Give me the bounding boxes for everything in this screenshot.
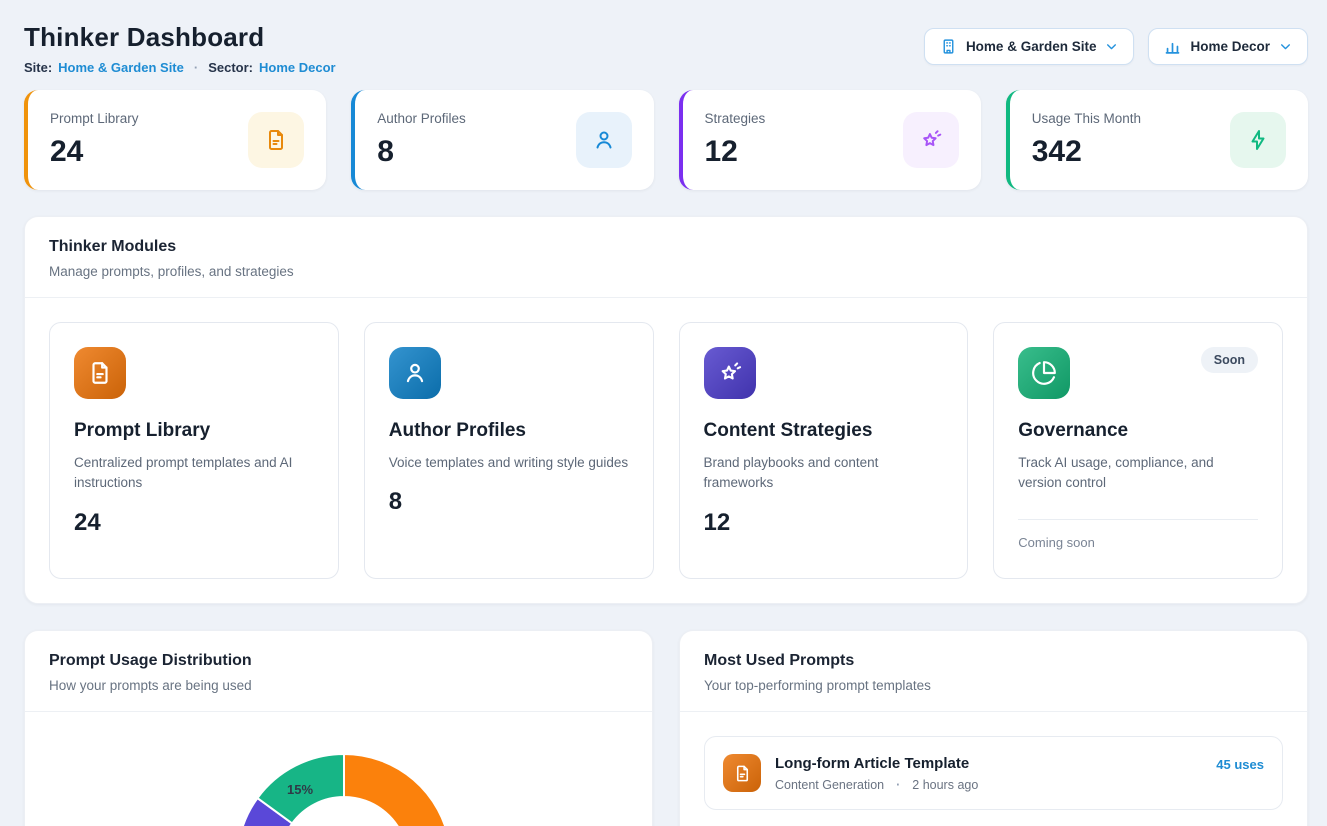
user-icon	[592, 128, 616, 152]
prompt-list: Long-form Article Template Content Gener…	[680, 712, 1307, 826]
modules-subtitle: Manage prompts, profiles, and strategies	[49, 264, 1283, 279]
stat-card-strategies[interactable]: Strategies 12	[679, 90, 981, 190]
module-count: 8	[389, 488, 629, 516]
prompts-card-subtitle: Your top-performing prompt templates	[704, 678, 1283, 693]
module-description: Centralized prompt templates and AI inst…	[74, 453, 314, 494]
prompt-item-uses-badge: 45 uses	[1216, 757, 1264, 772]
stats-row: Prompt Library 24 Author Profiles 8	[24, 90, 1308, 190]
prompt-item-body: Long-form Article Template Content Gener…	[775, 755, 1202, 792]
stat-value: 24	[50, 135, 139, 169]
module-title: Prompt Library	[74, 420, 314, 442]
usage-card-subtitle: How your prompts are being used	[49, 678, 628, 693]
dot-separator: ·	[896, 778, 900, 792]
site-link[interactable]: Home & Garden Site	[58, 60, 184, 75]
modules-header: Thinker Modules Manage prompts, profiles…	[25, 217, 1307, 298]
stat-value: 12	[705, 135, 766, 169]
page-header: Thinker Dashboard Site: Home & Garden Si…	[24, 22, 1308, 75]
document-icon	[264, 128, 288, 152]
module-card-author-profiles[interactable]: Author Profiles Voice templates and writ…	[364, 322, 654, 579]
module-title: Governance	[1018, 420, 1258, 442]
document-icon	[74, 347, 126, 399]
modules-grid: Prompt Library Centralized prompt templa…	[25, 298, 1307, 603]
stat-label: Strategies	[705, 111, 766, 126]
dot-separator: ·	[194, 60, 198, 75]
site-selector-label: Home & Garden Site	[966, 39, 1097, 54]
bottom-row: Prompt Usage Distribution How your promp…	[24, 630, 1308, 826]
prompt-item-category: Content Generation	[775, 778, 884, 792]
donut-segment-orange	[344, 754, 451, 826]
stat-card-usage[interactable]: Usage This Month 342	[1006, 90, 1308, 190]
user-icon	[389, 347, 441, 399]
stat-label: Prompt Library	[50, 111, 139, 126]
modules-title: Thinker Modules	[49, 238, 1283, 256]
page-title: Thinker Dashboard	[24, 22, 336, 53]
module-description: Voice templates and writing style guides	[389, 453, 629, 473]
usage-distribution-card: Prompt Usage Distribution How your promp…	[24, 630, 653, 826]
building-icon	[940, 38, 957, 55]
stat-card-prompt-library[interactable]: Prompt Library 24	[24, 90, 326, 190]
sector-selector-button[interactable]: Home Decor	[1148, 28, 1308, 65]
prompt-item-time: 2 hours ago	[912, 778, 978, 792]
document-icon	[723, 754, 761, 792]
module-card-prompt-library[interactable]: Prompt Library Centralized prompt templa…	[49, 322, 339, 579]
prompt-list-item[interactable]: Long-form Article Template Content Gener…	[704, 736, 1283, 810]
stat-text: Strategies 12	[705, 111, 766, 169]
thinker-dashboard-page: Thinker Dashboard Site: Home & Garden Si…	[0, 0, 1327, 826]
chevron-down-icon	[1279, 40, 1292, 53]
site-label: Site:	[24, 60, 52, 75]
donut-chart: 15%	[234, 751, 454, 826]
stat-icon-box	[248, 112, 304, 168]
soon-badge: Soon	[1201, 347, 1258, 373]
stat-text: Prompt Library 24	[50, 111, 139, 169]
usage-card-title: Prompt Usage Distribution	[49, 652, 628, 670]
thinker-modules-panel: Thinker Modules Manage prompts, profiles…	[24, 216, 1308, 604]
stat-icon-box	[903, 112, 959, 168]
lightning-icon	[1246, 128, 1270, 152]
stat-icon-box	[576, 112, 632, 168]
stat-text: Usage This Month 342	[1032, 111, 1141, 169]
sector-label: Sector:	[208, 60, 253, 75]
bar-chart-icon	[1164, 38, 1181, 55]
sector-link[interactable]: Home Decor	[259, 60, 336, 75]
site-selector-button[interactable]: Home & Garden Site	[924, 28, 1135, 65]
prompts-card-header: Most Used Prompts Your top-performing pr…	[680, 631, 1307, 712]
module-description: Track AI usage, compliance, and version …	[1018, 453, 1258, 494]
stat-text: Author Profiles 8	[377, 111, 466, 169]
coming-soon-text: Coming soon	[1018, 535, 1258, 550]
site-sector-line: Site: Home & Garden Site · Sector: Home …	[24, 60, 336, 75]
star-sparkle-icon	[704, 347, 756, 399]
module-divider	[1018, 519, 1258, 520]
prompt-item-meta: Content Generation · 2 hours ago	[775, 778, 1202, 792]
prompt-item-title: Long-form Article Template	[775, 755, 1202, 772]
stat-icon-box	[1230, 112, 1286, 168]
star-sparkle-icon	[918, 127, 944, 153]
donut-segment-label: 15%	[287, 782, 313, 797]
header-left: Thinker Dashboard Site: Home & Garden Si…	[24, 22, 336, 75]
stat-card-author-profiles[interactable]: Author Profiles 8	[351, 90, 653, 190]
pie-chart-icon	[1018, 347, 1070, 399]
module-count: 12	[704, 509, 944, 537]
stat-value: 342	[1032, 135, 1141, 169]
donut-chart-area: 15%	[25, 712, 652, 826]
stat-label: Author Profiles	[377, 111, 466, 126]
module-title: Content Strategies	[704, 420, 944, 442]
chevron-down-icon	[1105, 40, 1118, 53]
module-count: 24	[74, 509, 314, 537]
module-card-governance[interactable]: Soon Governance Track AI usage, complian…	[993, 322, 1283, 579]
prompts-card-title: Most Used Prompts	[704, 652, 1283, 670]
most-used-prompts-card: Most Used Prompts Your top-performing pr…	[679, 630, 1308, 826]
header-actions: Home & Garden Site Home Decor	[924, 28, 1308, 65]
sector-selector-label: Home Decor	[1190, 39, 1270, 54]
usage-card-header: Prompt Usage Distribution How your promp…	[25, 631, 652, 712]
stat-value: 8	[377, 135, 466, 169]
module-title: Author Profiles	[389, 420, 629, 442]
module-description: Brand playbooks and content frameworks	[704, 453, 944, 494]
stat-label: Usage This Month	[1032, 111, 1141, 126]
module-card-content-strategies[interactable]: Content Strategies Brand playbooks and c…	[679, 322, 969, 579]
